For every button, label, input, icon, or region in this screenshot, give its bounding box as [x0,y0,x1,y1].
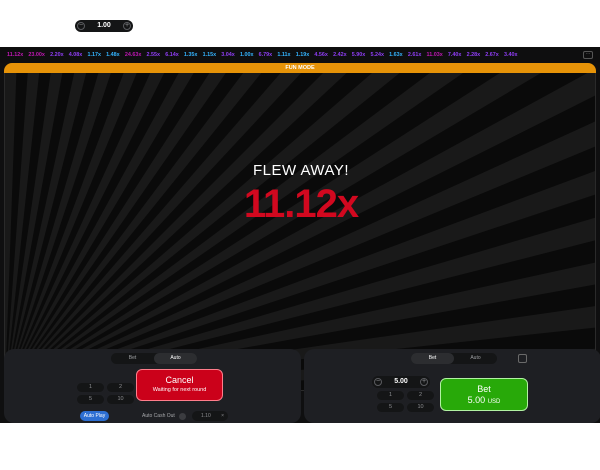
tab-auto[interactable]: Auto [154,353,197,364]
quick-amount-5[interactable]: 5 [77,395,104,404]
place-bet-button[interactable]: Bet 5.00 USD [440,378,528,411]
history-multiplier[interactable]: 11.03x [427,52,443,58]
quick-amount-10[interactable]: 10 [107,395,134,404]
history-multiplier[interactable]: 4.08x [69,52,83,58]
history-multiplier[interactable]: 2.20x [50,52,64,58]
history-multiplier[interactable]: 23.00x [28,52,45,58]
auto-play-button[interactable]: Auto Play [80,411,109,421]
tab-bet[interactable]: Bet [111,353,154,364]
history-multiplier[interactable]: 6.14x [165,52,179,58]
fun-mode-banner: FUN MODE [4,63,596,73]
bet-amount-stepper: − 5.00 + [372,376,430,388]
history-multiplier[interactable]: 4.56x [314,52,328,58]
tab-auto[interactable]: Auto [454,353,497,364]
bet-mode-tabs: Bet Auto [111,353,197,364]
history-multiplier[interactable]: 5.24x [370,52,384,58]
cancel-label: Cancel [165,375,194,385]
auto-cash-out-toggle[interactable] [179,413,186,420]
sunburst-background [5,73,595,390]
history-multiplier[interactable]: 1.00x [240,52,254,58]
history-multiplier[interactable]: 2.42x [333,52,347,58]
quick-amount-2[interactable]: 2 [107,383,134,392]
history-multiplier[interactable]: 1.35x [184,52,198,58]
history-multiplier[interactable]: 2.28x [467,52,481,58]
auto-cash-out-label: Auto Cash Out [142,413,175,419]
bet-label: Bet [477,384,491,394]
auto-cash-out-value: 1.10 [201,413,211,419]
history-menu-icon[interactable]: ⋯ [583,51,593,59]
quick-amount-5[interactable]: 5 [377,403,404,412]
history-multiplier[interactable]: 1.48x [106,52,120,58]
history-multiplier[interactable]: 5.90x [352,52,366,58]
history-multiplier[interactable]: 24.63x [125,52,142,58]
history-multiplier[interactable]: 3.40x [504,52,518,58]
history-multiplier[interactable]: 11.12x [7,52,23,58]
remove-panel-icon[interactable] [518,354,527,363]
history-multiplier[interactable]: 7.40x [448,52,462,58]
clear-icon[interactable]: × [221,411,224,421]
multiplier-history: 11.12x 23.00x 2.20x 4.08x 1.17x 1.48x 24.63x 2.… [0,47,600,63]
cancel-button[interactable]: Cancel Waiting for next round [136,369,223,401]
cancel-subtitle: Waiting for next round [152,387,207,393]
plus-icon[interactable]: + [420,378,428,386]
history-multiplier[interactable]: 1.17x [87,52,101,58]
history-multiplier[interactable]: 1.15x [203,52,217,58]
history-multiplier[interactable]: 1.11x [277,52,290,58]
history-multiplier[interactable]: 2.67x [485,52,499,58]
bet-amount-label: 5.00 USD [441,395,527,405]
history-multiplier[interactable]: 3.04x [221,52,235,58]
auto-cash-out-input[interactable]: 1.10 × [192,411,228,421]
crash-multiplier: 11.12x [243,182,359,226]
bet-amount-number: 5.00 [467,395,486,405]
history-multiplier[interactable]: 2.61x [408,52,422,58]
history-multiplier[interactable]: 1.19x [296,52,310,58]
bet-amount-stepper: − 1.00 + [75,20,133,32]
bet-mode-tabs: Bet Auto [411,353,497,364]
game-stage: FLEW AWAY! 11.12x 158 [4,73,596,391]
round-status-label: FLEW AWAY! [252,162,350,179]
quick-amount-1[interactable]: 1 [77,383,104,392]
bet-currency: USD [487,399,501,405]
tab-bet[interactable]: Bet [411,353,454,364]
quick-amount-10[interactable]: 10 [407,403,434,412]
history-multiplier[interactable]: 1.63x [389,52,403,58]
history-multiplier[interactable]: 6.79x [259,52,273,58]
history-multiplier[interactable]: 2.55x [147,52,161,58]
plus-icon[interactable]: + [123,22,131,30]
quick-amount-1[interactable]: 1 [377,391,404,400]
quick-amount-2[interactable]: 2 [407,391,434,400]
